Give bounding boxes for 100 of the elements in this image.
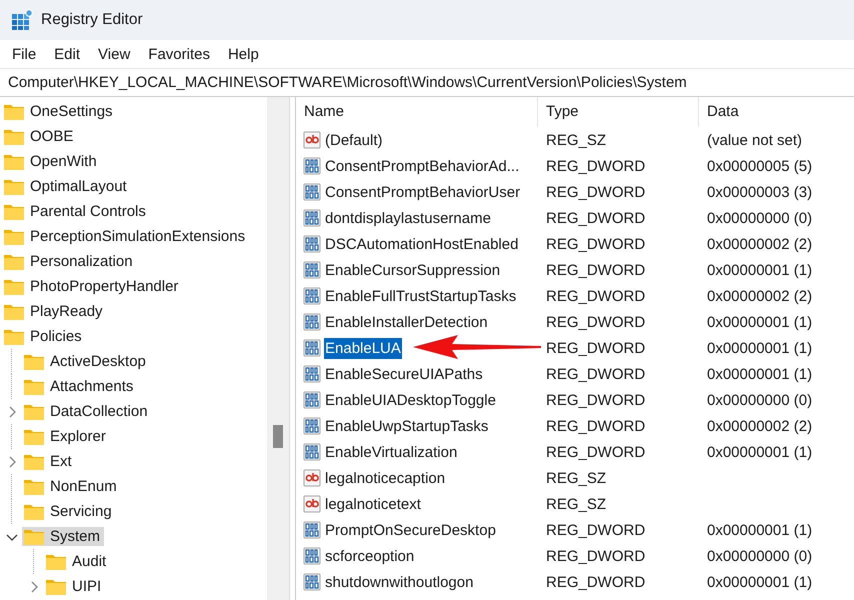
value-type: REG_DWORD [545,236,646,252]
value-name[interactable]: dontdisplaylastusername [324,208,492,228]
tree-item[interactable]: System [22,527,104,546]
binary-value-icon [303,313,321,331]
value-data: (value not set) [706,132,804,148]
value-data: 0x00000000 (0) [706,548,814,564]
value-type: REG_DWORD [545,288,646,304]
binary-value-icon [303,521,321,539]
binary-value-icon [303,235,321,253]
folder-icon [46,578,66,594]
value-data: 0x00000000 (0) [706,392,814,408]
folder-icon [24,454,44,470]
tree-item[interactable]: PhotoPropertyHandler [2,277,182,296]
value-name[interactable]: EnableSecureUIAPaths [324,364,484,384]
folder-icon [4,128,24,144]
binary-value-icon [303,339,321,357]
string-value-icon [303,469,321,487]
tree-item[interactable]: OpenWith [2,152,101,171]
binary-value-icon [303,443,321,461]
binary-value-icon [303,287,321,305]
tree-item[interactable]: PerceptionSimulationExtensions [2,227,250,246]
folder-icon [4,154,24,170]
tree-item[interactable]: Servicing [22,502,116,521]
value-name[interactable]: EnableLUA [324,338,402,358]
value-type: REG_DWORD [545,262,646,278]
binary-value-icon [303,417,321,435]
tree-item[interactable]: Audit [44,552,110,571]
value-data: 0x00000001 (1) [706,340,814,356]
value-name[interactable]: EnableCursorSuppression [324,260,502,280]
menu-item[interactable]: Help [218,44,268,64]
string-value-icon [303,131,321,149]
value-data: 0x00000002 (2) [706,236,814,252]
tree-item[interactable]: Policies [2,327,86,346]
tree-item[interactable]: Parental Controls [2,202,150,221]
folder-icon [4,204,24,220]
menu-item[interactable]: Edit [45,44,90,64]
tree-item[interactable]: DataCollection [22,402,152,421]
tree-item[interactable]: ActiveDesktop [22,352,150,371]
value-name[interactable]: legalnoticecaption [324,468,446,488]
value-name[interactable]: EnableUIADesktopToggle [324,390,497,410]
value-name[interactable]: EnableVirtualization [324,442,458,462]
column-header[interactable]: Type [538,97,699,127]
tree-item[interactable]: UIPI [44,577,106,596]
value-data: 0x00000003 (3) [706,184,814,200]
folder-icon [24,404,44,420]
value-type: REG_DWORD [545,392,646,408]
value-name[interactable]: EnableUwpStartupTasks [324,416,490,436]
value-name[interactable]: ConsentPromptBehaviorAd... [324,156,520,176]
value-type: REG_SZ [545,470,608,486]
menu-item[interactable]: Favorites [139,44,219,64]
value-name[interactable]: PromptOnSecureDesktop [324,520,497,540]
value-data: 0x00000005 (5) [706,158,814,174]
value-name[interactable]: EnableInstallerDetection [324,312,489,332]
value-type: REG_SZ [545,496,608,512]
tree-item[interactable]: Personalization [2,252,137,271]
value-type: REG_DWORD [545,548,646,564]
value-type: REG_DWORD [545,210,646,226]
binary-value-icon [303,209,321,227]
tree-item[interactable]: OptimalLayout [2,177,131,196]
column-header[interactable]: Name [296,97,538,127]
binary-value-icon [303,365,321,383]
tree-item[interactable]: NonEnum [22,477,121,496]
value-data: 0x00000001 (1) [706,262,814,278]
value-name[interactable]: shutdownwithoutlogon [324,572,474,592]
value-type: REG_DWORD [545,574,646,590]
address-bar[interactable]: Computer\HKEY_LOCAL_MACHINE\SOFTWARE\Microsoft\Windows\CurrentVersion\Policies\System [0,68,854,97]
menu-item[interactable]: File [3,44,46,64]
scrollbar[interactable] [267,97,290,600]
value-name[interactable]: EnableFullTrustStartupTasks [324,286,518,306]
folder-icon [24,428,44,444]
value-type: REG_DWORD [545,184,646,200]
value-type: REG_DWORD [545,522,646,538]
value-type: REG_DWORD [545,444,646,460]
value-data: 0x00000001 (1) [706,444,814,460]
menu-item[interactable]: View [89,44,140,64]
folder-icon [24,504,44,520]
binary-value-icon [303,157,321,175]
value-name[interactable]: scforceoption [324,546,416,566]
tree-item[interactable]: Explorer [22,427,110,446]
tree-item[interactable]: Attachments [22,377,138,396]
binary-value-icon [303,261,321,279]
binary-value-icon [303,547,321,565]
binary-value-icon [303,183,321,201]
value-data: 0x00000001 (1) [706,574,814,590]
value-name[interactable]: (Default) [324,130,384,150]
tree-item[interactable]: OOBE [2,127,78,146]
value-name[interactable]: DSCAutomationHostEnabled [324,234,520,254]
value-name[interactable]: legalnoticetext [324,494,422,514]
value-name[interactable]: ConsentPromptBehaviorUser [324,182,522,202]
tree-item[interactable]: Ext [22,452,76,471]
window-title: Registry Editor [41,11,143,29]
value-type: REG_DWORD [545,340,646,356]
column-header[interactable]: Data [699,97,854,127]
value-data: 0x00000001 (1) [706,314,814,330]
tree-item[interactable]: PlayReady [2,302,107,321]
tree-item[interactable]: OneSettings [2,102,117,121]
folder-icon [24,478,44,494]
folder-icon [4,328,24,344]
value-data: 0x00000001 (1) [706,522,814,538]
binary-value-icon [303,391,321,409]
